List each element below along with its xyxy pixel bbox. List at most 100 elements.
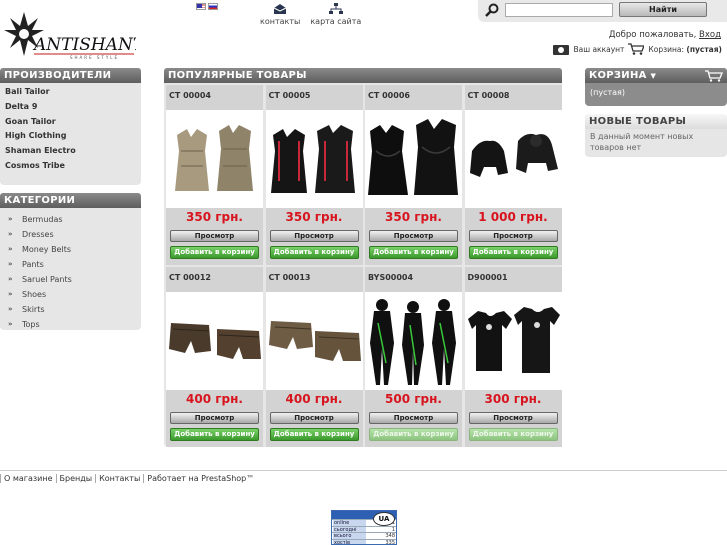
welcome-label: Добро пожаловать, [608, 30, 697, 40]
product-image[interactable] [265, 292, 363, 390]
cart-empty-text: (пустая) [590, 88, 625, 97]
view-button[interactable]: Просмотр [269, 412, 359, 424]
product-code[interactable]: CT 00005 [269, 91, 311, 100]
category-label: Dresses [22, 230, 54, 239]
store-logo[interactable]: ANTISHANTI SHARE STYLE [4, 10, 136, 62]
counter-value: 1 [391, 526, 395, 533]
product-code[interactable]: CT 00006 [368, 91, 410, 100]
category-link[interactable]: » Skirts [8, 302, 141, 317]
category-link[interactable]: » Saruel Pants [8, 272, 141, 287]
logo-subtext: SHARE STYLE [70, 55, 119, 60]
product-image[interactable] [166, 110, 263, 208]
manufacturer-link[interactable]: Delta 9 [5, 100, 141, 115]
product-code[interactable]: D900001 [468, 273, 508, 282]
search-block: Найти [478, 0, 727, 22]
product-code[interactable]: CT 00004 [169, 91, 211, 100]
product-image[interactable] [166, 292, 263, 390]
categories-block: КАТЕГОРИИ » Bermudas » Dresses » Money Belt… [0, 193, 141, 330]
flag-en-icon[interactable] [196, 3, 206, 10]
cart-icon [628, 43, 645, 55]
sitemap-icon [328, 3, 343, 14]
counter-row: хостів 335 [332, 538, 396, 544]
manufacturer-link[interactable]: Shaman Electro [5, 144, 141, 159]
new-products-block: НОВЫЕ ТОВАРЫ В данный момент новых товар… [585, 114, 727, 157]
footer-link-prestashop[interactable]: Работает на PrestaShop™ [143, 474, 257, 483]
cart-dropdown-icon[interactable]: ▼ [650, 72, 656, 80]
account-icon [553, 45, 570, 55]
product-image[interactable] [464, 292, 562, 390]
cart-header[interactable]: КОРЗИНА ▼ [585, 68, 727, 83]
add-to-cart-button[interactable]: Добавить в корзину [170, 428, 259, 441]
product-code[interactable]: BYS00004 [368, 273, 413, 282]
product-card: D900001 300 грн. Просмотр Добавить в кор… [464, 267, 562, 447]
view-button[interactable]: Просмотр [468, 412, 558, 424]
manufacturer-link[interactable]: Cosmos Tribe [5, 159, 141, 174]
manufacturers-title: ПРОИЗВОДИТЕЛИ [0, 68, 141, 83]
popular-products-title: ПОПУЛЯРНЫЕ ТОВАРЫ [164, 68, 562, 83]
add-to-cart-button[interactable]: Добавить в корзину [170, 246, 259, 259]
counter-ua-badge: UA [373, 512, 395, 526]
view-button[interactable]: Просмотр [170, 412, 259, 424]
add-to-cart-button[interactable]: Добавить в корзину [468, 246, 558, 259]
double-chevron-icon: » [8, 230, 13, 238]
search-button[interactable]: Найти [619, 2, 707, 17]
header-cart-link[interactable]: Корзина: (пустая) [648, 45, 722, 54]
add-to-cart-button[interactable]: Добавить в корзину [468, 428, 558, 441]
cart-title: КОРЗИНА [589, 69, 647, 81]
add-to-cart-button[interactable]: Добавить в корзину [369, 246, 458, 259]
product-price: 400 грн. [186, 392, 243, 406]
product-code[interactable]: CT 00012 [169, 273, 211, 282]
view-button[interactable]: Просмотр [369, 230, 458, 242]
footer-link-brands[interactable]: Бренды [55, 474, 96, 483]
view-button[interactable]: Просмотр [170, 230, 259, 242]
category-label: Tops [22, 320, 40, 329]
product-image[interactable] [265, 110, 363, 208]
search-icon [485, 3, 499, 17]
product-code[interactable]: CT 00008 [468, 91, 510, 100]
search-input[interactable] [505, 3, 613, 17]
product-price: 500 грн. [385, 392, 442, 406]
add-to-cart-button[interactable]: Добавить в корзину [369, 428, 458, 441]
counter-row: всього 348 [332, 532, 396, 539]
counter-label: сьогодні [333, 526, 366, 532]
product-image[interactable] [365, 292, 462, 390]
category-link[interactable]: » Money Belts [8, 242, 141, 257]
double-chevron-icon: » [8, 275, 13, 283]
view-button[interactable]: Просмотр [369, 412, 458, 424]
cart-block: КОРЗИНА ▼ (пустая) [585, 68, 727, 106]
product-card: CT 00004 350 грн. Просмотр Добавить в ко… [166, 85, 263, 265]
category-link[interactable]: » Bermudas [8, 212, 141, 227]
manufacturer-link[interactable]: Goan Tailor [5, 115, 141, 130]
double-chevron-icon: » [8, 215, 13, 223]
view-button[interactable]: Просмотр [269, 230, 359, 242]
add-to-cart-button[interactable]: Добавить в корзину [269, 428, 359, 441]
product-image[interactable] [365, 110, 462, 208]
account-link[interactable]: Ваш аккаунт [573, 45, 624, 54]
category-link[interactable]: » Pants [8, 257, 141, 272]
product-image[interactable] [464, 110, 562, 208]
mail-icon [273, 4, 287, 14]
footer-link-contacts[interactable]: Контакты [95, 474, 143, 483]
category-link[interactable]: » Dresses [8, 227, 141, 242]
view-button[interactable]: Просмотр [468, 230, 558, 242]
flag-ru-icon[interactable] [208, 3, 218, 10]
footer-link-about[interactable]: О магазине [0, 474, 56, 483]
manufacturer-link[interactable]: High Clothing [5, 129, 141, 144]
contacts-link[interactable]: контакты [260, 3, 300, 26]
product-code[interactable]: CT 00013 [269, 273, 311, 282]
product-price: 400 грн. [285, 392, 343, 406]
counter-label: online [333, 520, 366, 526]
add-to-cart-button[interactable]: Добавить в корзину [269, 246, 359, 259]
sitemap-label: карта сайта [310, 17, 362, 26]
visitor-counter[interactable]: UA online 1 сьогодні 1 всього 348 хостів 335 [331, 510, 397, 545]
category-link[interactable]: » Shoes [8, 287, 141, 302]
login-link[interactable]: Вход [699, 30, 721, 40]
header-cart-value: (пустая) [686, 44, 722, 54]
new-products-title[interactable]: НОВЫЕ ТОВАРЫ [585, 114, 727, 129]
product-card: CT 00013 400 грн. Просмотр Добавить в ко… [265, 267, 363, 447]
category-link[interactable]: » Tops [8, 317, 141, 332]
product-card: BYS00004 500 грн. Просмотр Добавить в ко… [365, 267, 462, 447]
sitemap-link[interactable]: карта сайта [310, 3, 361, 26]
manufacturer-link[interactable]: Bali Tailor [5, 85, 141, 100]
category-label: Saruel Pants [22, 275, 72, 284]
